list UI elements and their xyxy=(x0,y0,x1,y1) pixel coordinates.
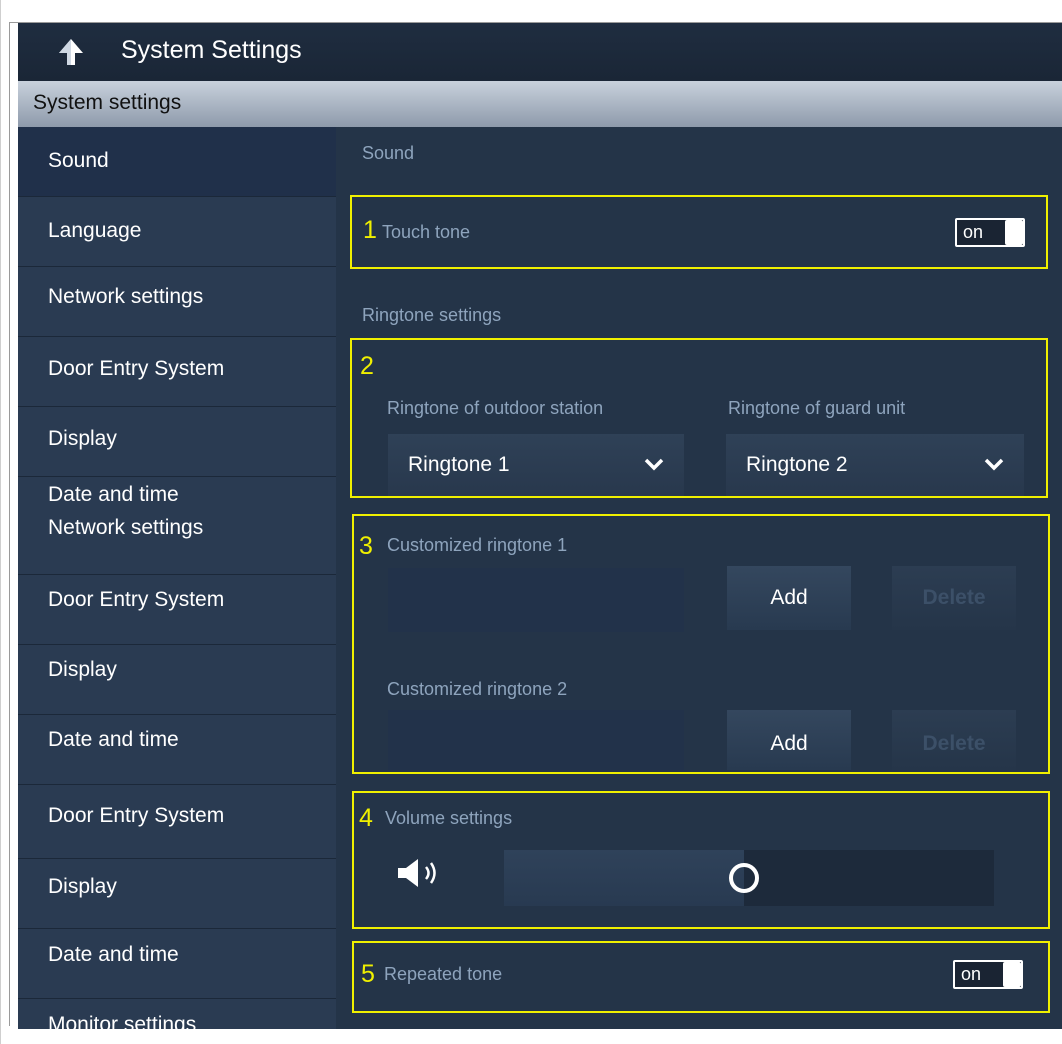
sidebar-item-display[interactable]: Display xyxy=(18,407,336,477)
sidebar-item-label: Display xyxy=(48,427,117,450)
sidebar-item-label: Date and time xyxy=(48,728,179,751)
delete-ringtone-2-button[interactable]: Delete xyxy=(892,710,1016,770)
button-label: Add xyxy=(770,732,808,755)
sidebar-item-date-time[interactable]: Date and time xyxy=(18,715,336,785)
callout-number: 4 xyxy=(359,804,373,832)
chevron-down-icon xyxy=(644,458,664,471)
sidebar-item-label: Language xyxy=(48,219,142,242)
button-label: Add xyxy=(770,586,808,609)
touch-tone-label: Touch tone xyxy=(382,222,471,242)
sidebar-item-label: Display xyxy=(48,875,117,898)
sidebar-item-label: Network settings xyxy=(48,285,204,308)
sidebar-item-label: Monitor settings xyxy=(48,1013,197,1029)
add-ringtone-1-button[interactable]: Add xyxy=(727,566,851,630)
sidebar: Sound Language Network settings Door Ent… xyxy=(18,127,336,1029)
sidebar-item-sound[interactable]: Sound xyxy=(18,127,336,197)
sidebar-item-label: Door Entry System xyxy=(48,588,225,611)
volume-slider[interactable] xyxy=(504,850,994,906)
title-bar: System Settings xyxy=(18,23,1062,81)
sidebar-block-2: Network settings Door Entry System Displ… xyxy=(18,505,336,789)
guard-unit-label: Ringtone of guard unit xyxy=(728,398,906,418)
section-header-label: System settings xyxy=(33,91,182,114)
sidebar-item-network[interactable]: Network settings xyxy=(18,505,336,575)
sidebar-block-1: Sound Language Network settings Door Ent… xyxy=(18,127,336,505)
custom-ringtone-1-field[interactable] xyxy=(388,568,684,632)
sidebar-item-label: Date and time xyxy=(48,943,179,966)
custom-ringtone-2-label: Customized ringtone 2 xyxy=(387,679,568,699)
sound-heading: Sound xyxy=(362,143,415,163)
volume-slider-thumb[interactable] xyxy=(729,863,760,893)
toggle-knob xyxy=(1005,220,1023,245)
select-value: Ringtone 1 xyxy=(408,453,510,476)
outdoor-ringtone-select[interactable]: Ringtone 1 xyxy=(388,434,684,496)
callout-number: 2 xyxy=(360,352,374,380)
custom-ringtone-2-field[interactable] xyxy=(388,710,684,770)
toggle-state-label: on xyxy=(961,964,982,984)
custom-ringtone-1-label: Customized ringtone 1 xyxy=(387,535,568,555)
select-value: Ringtone 2 xyxy=(746,453,848,476)
touch-tone-toggle[interactable]: on xyxy=(955,218,1025,247)
toggle-state-label: on xyxy=(963,222,984,242)
button-label: Delete xyxy=(922,732,986,755)
callout-number: 1 xyxy=(363,216,377,244)
volume-slider-fill xyxy=(504,850,745,906)
sidebar-item-date-time[interactable]: Date and time xyxy=(18,929,336,999)
add-ringtone-2-button[interactable]: Add xyxy=(727,710,851,770)
section-header: System settings xyxy=(18,81,1062,127)
button-label: Delete xyxy=(922,586,986,609)
sidebar-item-door-entry[interactable]: Door Entry System xyxy=(18,337,336,407)
delete-ringtone-1-button[interactable]: Delete xyxy=(892,566,1016,630)
sidebar-item-monitor[interactable]: Monitor settings xyxy=(18,999,336,1029)
speaker-icon xyxy=(398,859,436,887)
ringtone-heading: Ringtone settings xyxy=(362,305,502,325)
page-edge-line xyxy=(0,0,1,1044)
sidebar-item-door-entry[interactable]: Door Entry System xyxy=(18,575,336,645)
callout-number: 3 xyxy=(359,532,373,560)
sidebar-item-label: Sound xyxy=(48,149,109,172)
sidebar-block-3: Door Entry System Display Date and time … xyxy=(18,789,336,1029)
sidebar-item-label: Display xyxy=(48,658,117,681)
sidebar-item-date-time[interactable]: Date and time xyxy=(18,477,336,505)
sidebar-item-display[interactable]: Display xyxy=(18,645,336,715)
chevron-down-icon xyxy=(984,458,1004,471)
sidebar-item-label: Date and time xyxy=(48,483,179,505)
sidebar-item-label: Door Entry System xyxy=(48,804,225,827)
repeated-tone-toggle[interactable]: on xyxy=(953,960,1023,989)
toggle-knob xyxy=(1003,962,1021,987)
outdoor-station-label: Ringtone of outdoor station xyxy=(387,398,604,418)
guard-ringtone-select[interactable]: Ringtone 2 xyxy=(726,434,1024,496)
sidebar-item-network[interactable]: Network settings xyxy=(18,267,336,337)
sidebar-item-door-entry[interactable]: Door Entry System xyxy=(18,789,336,859)
sidebar-item-label: Door Entry System xyxy=(48,357,225,380)
back-arrow-icon[interactable] xyxy=(56,37,86,67)
callout-number: 5 xyxy=(361,960,375,988)
sidebar-item-label: Network settings xyxy=(48,516,204,539)
page-title: System Settings xyxy=(121,36,302,64)
sidebar-item-display[interactable]: Display xyxy=(18,859,336,929)
sidebar-item-language[interactable]: Language xyxy=(18,197,336,267)
volume-label: Volume settings xyxy=(385,808,513,828)
frame-border-left xyxy=(9,22,10,1026)
repeated-tone-label: Repeated tone xyxy=(384,964,503,984)
